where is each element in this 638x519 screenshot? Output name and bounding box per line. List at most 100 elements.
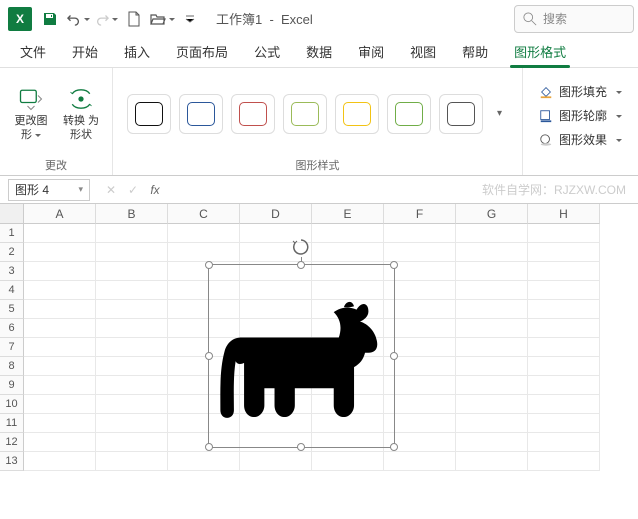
cell-B12[interactable] (96, 433, 168, 452)
shape-style-3[interactable] (283, 94, 327, 134)
redo-button[interactable] (92, 5, 120, 33)
style-gallery-more[interactable]: ▾ (491, 94, 507, 134)
cell-G5[interactable] (456, 300, 528, 319)
save-button[interactable] (36, 5, 64, 33)
cell-H8[interactable] (528, 357, 600, 376)
row-header-6[interactable]: 6 (0, 319, 24, 338)
cell-B7[interactable] (96, 338, 168, 357)
cell-G10[interactable] (456, 395, 528, 414)
cell-C1[interactable] (168, 224, 240, 243)
cell-G13[interactable] (456, 452, 528, 471)
resize-handle-br[interactable] (390, 443, 398, 451)
tab-帮助[interactable]: 帮助 (450, 36, 500, 67)
cell-G2[interactable] (456, 243, 528, 262)
rotate-handle[interactable] (291, 237, 311, 257)
row-header-8[interactable]: 8 (0, 357, 24, 376)
shape-fill-button[interactable]: 图形填充 (535, 81, 626, 102)
shape-style-2[interactable] (231, 94, 275, 134)
col-header-E[interactable]: E (312, 204, 384, 224)
shape-style-0[interactable] (127, 94, 171, 134)
resize-handle-mr[interactable] (390, 352, 398, 360)
row-header-1[interactable]: 1 (0, 224, 24, 243)
row-header-11[interactable]: 11 (0, 414, 24, 433)
cell-H13[interactable] (528, 452, 600, 471)
cell-B4[interactable] (96, 281, 168, 300)
cell-H3[interactable] (528, 262, 600, 281)
col-header-B[interactable]: B (96, 204, 168, 224)
row-header-4[interactable]: 4 (0, 281, 24, 300)
tab-开始[interactable]: 开始 (60, 36, 110, 67)
cell-B1[interactable] (96, 224, 168, 243)
cell-F10[interactable] (384, 395, 456, 414)
tab-数据[interactable]: 数据 (294, 36, 344, 67)
shape-effects-button[interactable]: 图形效果 (535, 129, 626, 150)
cell-H9[interactable] (528, 376, 600, 395)
selected-shape[interactable] (208, 264, 395, 448)
cell-A3[interactable] (24, 262, 96, 281)
cell-A4[interactable] (24, 281, 96, 300)
cell-F2[interactable] (384, 243, 456, 262)
cell-G6[interactable] (456, 319, 528, 338)
tab-公式[interactable]: 公式 (242, 36, 292, 67)
row-header-12[interactable]: 12 (0, 433, 24, 452)
formula-input[interactable] (166, 183, 638, 197)
shape-style-4[interactable] (335, 94, 379, 134)
cell-A12[interactable] (24, 433, 96, 452)
change-shape-button[interactable]: 更改图 形 (8, 81, 54, 145)
cell-C2[interactable] (168, 243, 240, 262)
cell-B10[interactable] (96, 395, 168, 414)
cell-A7[interactable] (24, 338, 96, 357)
cell-A10[interactable] (24, 395, 96, 414)
cell-G7[interactable] (456, 338, 528, 357)
cell-B5[interactable] (96, 300, 168, 319)
shape-style-1[interactable] (179, 94, 223, 134)
cell-F13[interactable] (384, 452, 456, 471)
new-file-button[interactable] (120, 5, 148, 33)
col-header-D[interactable]: D (240, 204, 312, 224)
cell-A1[interactable] (24, 224, 96, 243)
tab-页面布局[interactable]: 页面布局 (164, 36, 240, 67)
name-box[interactable]: 图形 4 ▾ (8, 179, 90, 201)
tab-图形格式[interactable]: 图形格式 (502, 36, 578, 67)
row-header-5[interactable]: 5 (0, 300, 24, 319)
cell-B6[interactable] (96, 319, 168, 338)
cell-H7[interactable] (528, 338, 600, 357)
resize-handle-tl[interactable] (205, 261, 213, 269)
row-header-7[interactable]: 7 (0, 338, 24, 357)
undo-button[interactable] (64, 5, 92, 33)
cell-B9[interactable] (96, 376, 168, 395)
cell-H1[interactable] (528, 224, 600, 243)
cell-A9[interactable] (24, 376, 96, 395)
row-header-2[interactable]: 2 (0, 243, 24, 262)
col-header-H[interactable]: H (528, 204, 600, 224)
resize-handle-ml[interactable] (205, 352, 213, 360)
col-header-F[interactable]: F (384, 204, 456, 224)
cell-B3[interactable] (96, 262, 168, 281)
shape-outline-button[interactable]: 图形轮廓 (535, 105, 626, 126)
cell-D13[interactable] (240, 452, 312, 471)
resize-handle-tm[interactable] (297, 261, 305, 269)
tab-文件[interactable]: 文件 (8, 36, 58, 67)
row-header-10[interactable]: 10 (0, 395, 24, 414)
cell-G9[interactable] (456, 376, 528, 395)
cell-G12[interactable] (456, 433, 528, 452)
tab-视图[interactable]: 视图 (398, 36, 448, 67)
cell-G11[interactable] (456, 414, 528, 433)
cell-A5[interactable] (24, 300, 96, 319)
shape-style-6[interactable] (439, 94, 483, 134)
cell-A13[interactable] (24, 452, 96, 471)
cell-H4[interactable] (528, 281, 600, 300)
cell-A8[interactable] (24, 357, 96, 376)
shape-style-5[interactable] (387, 94, 431, 134)
fx-button[interactable]: fx (144, 179, 166, 201)
cell-A6[interactable] (24, 319, 96, 338)
cell-G4[interactable] (456, 281, 528, 300)
cell-F5[interactable] (384, 300, 456, 319)
col-header-C[interactable]: C (168, 204, 240, 224)
cell-F11[interactable] (384, 414, 456, 433)
search-input[interactable]: 搜索 (514, 5, 634, 33)
row-header-9[interactable]: 9 (0, 376, 24, 395)
cell-G3[interactable] (456, 262, 528, 281)
cell-B8[interactable] (96, 357, 168, 376)
cell-G1[interactable] (456, 224, 528, 243)
